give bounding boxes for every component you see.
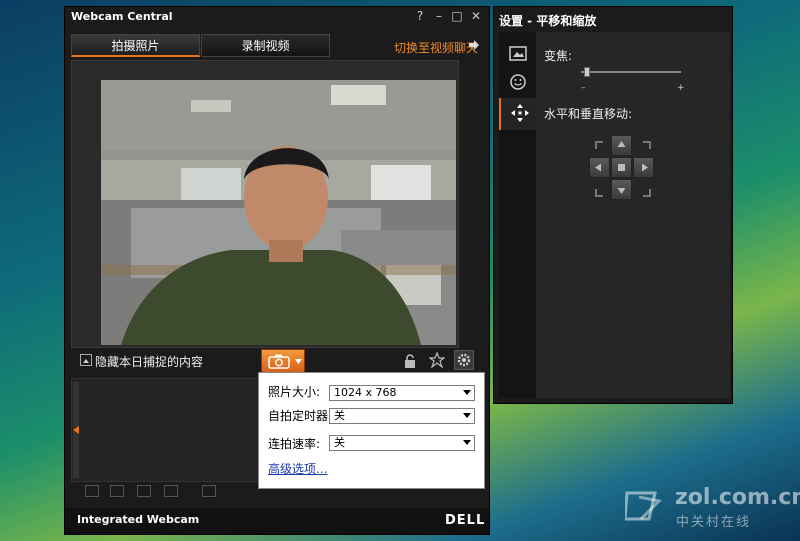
gallery-scroll-left[interactable] xyxy=(73,382,79,478)
email-icon[interactable] xyxy=(110,485,124,497)
self-timer-label: 自拍定时器: xyxy=(268,409,333,423)
slideshow-icon[interactable] xyxy=(164,485,178,497)
collapse-toggle-icon[interactable] xyxy=(80,354,92,366)
burst-rate-label: 连拍速率: xyxy=(268,437,321,451)
photo-size-select[interactable]: 1024 x 768 xyxy=(329,385,475,401)
smiley-icon xyxy=(510,74,526,90)
move-arrows-icon xyxy=(511,104,529,122)
burst-rate-select[interactable]: 关 xyxy=(329,435,475,451)
photo-size-label: 照片大小: xyxy=(268,385,321,399)
capture-photo-button[interactable] xyxy=(261,349,305,373)
arrow-right-icon xyxy=(469,40,479,50)
help-button[interactable]: ? xyxy=(413,9,427,23)
pan-right-button[interactable] xyxy=(633,157,654,178)
self-timer-select[interactable]: 关 xyxy=(329,408,475,424)
pan-down-left-button[interactable] xyxy=(595,189,603,197)
maximize-button[interactable]: □ xyxy=(450,9,464,23)
pan-tilt-label: 水平和垂直移动: xyxy=(544,107,633,121)
pan-down-right-button[interactable] xyxy=(643,189,651,197)
tab-record-video[interactable]: 录制视频 xyxy=(201,34,330,57)
capture-options-popup: 照片大小: 1024 x 768 自拍定时器: 关 连拍速率: 关 高级选项..… xyxy=(258,372,485,489)
pan-up-right-button[interactable] xyxy=(643,141,651,149)
webcam-video-preview xyxy=(101,80,456,345)
close-button[interactable]: ✕ xyxy=(469,9,483,23)
watermark-subtext: 中关村在线 xyxy=(676,515,752,530)
zoom-max-label: + xyxy=(677,83,685,93)
tab-take-photo[interactable]: 拍摄照片 xyxy=(71,34,200,57)
watermark-text: zol.com.cn xyxy=(675,485,800,510)
arrow-right-icon xyxy=(642,163,648,172)
zoom-slider-thumb[interactable] xyxy=(584,67,590,77)
effects-icon[interactable] xyxy=(429,352,445,368)
dell-logo: DELL xyxy=(445,513,486,528)
pan-center-button[interactable] xyxy=(611,157,632,178)
zol-watermark-logo xyxy=(625,491,663,521)
chevron-down-icon xyxy=(295,359,302,364)
upload-icon[interactable] xyxy=(85,485,99,497)
image-settings-icon xyxy=(509,46,527,61)
lock-icon[interactable] xyxy=(403,354,417,368)
delete-icon[interactable] xyxy=(202,485,216,497)
settings-panel xyxy=(536,32,730,398)
pan-up-button[interactable] xyxy=(611,135,632,156)
zoom-slider-track[interactable] xyxy=(581,71,681,73)
sidebar-pan-zoom[interactable] xyxy=(499,98,539,130)
advanced-options-link[interactable]: 高级选项... xyxy=(268,460,327,477)
status-device-name: Integrated Webcam xyxy=(77,513,200,526)
arrow-up-icon xyxy=(617,141,626,147)
sidebar-face-tracking[interactable] xyxy=(501,67,535,99)
print-icon[interactable] xyxy=(137,485,151,497)
arrow-left-icon xyxy=(595,163,601,172)
settings-title: 设置 - 平移和缩放 xyxy=(499,14,597,28)
camera-icon xyxy=(268,354,290,369)
zoom-min-label: – xyxy=(581,83,586,93)
zoom-label: 变焦: xyxy=(544,49,573,63)
center-icon xyxy=(618,164,625,171)
window-title: Webcam Central xyxy=(71,10,173,23)
pan-up-left-button[interactable] xyxy=(595,141,603,149)
hide-captured-toggle[interactable]: 隐藏本日捕捉的内容 xyxy=(95,353,203,370)
pan-left-button[interactable] xyxy=(589,157,610,178)
minimize-button[interactable]: – xyxy=(432,9,446,23)
switch-to-video-chat-link[interactable]: 切换至视频聊天 xyxy=(394,39,478,56)
arrow-down-icon xyxy=(617,188,626,194)
pan-zoom-settings-window: 设置 - 平移和缩放 变焦: – + 水平和垂直移动: xyxy=(493,6,733,404)
gear-icon[interactable] xyxy=(454,350,474,370)
pan-down-button[interactable] xyxy=(611,179,632,200)
